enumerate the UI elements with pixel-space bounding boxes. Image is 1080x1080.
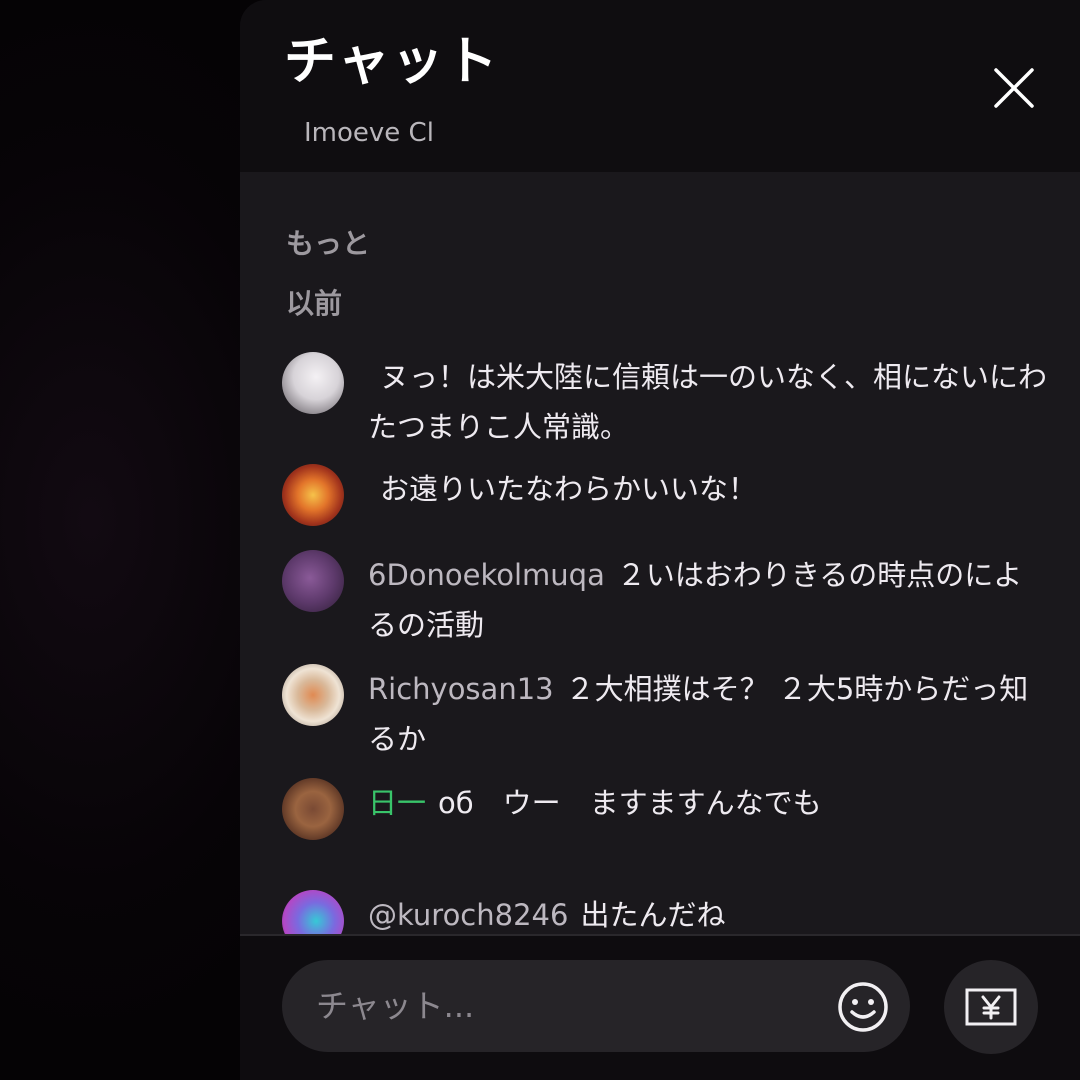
message-body: お遠りいたなわらかいいな！ xyxy=(380,472,758,506)
chat-subtitle: Imoeve Cl xyxy=(304,118,434,148)
message-text: Richyosan13 ２大相撲はそ？ ２大5時からだっ知るか xyxy=(368,664,1048,764)
avatar[interactable] xyxy=(282,464,344,526)
message-text: 6Donoekolmuqa ２いはおわりきるの時点のによるの活動 xyxy=(368,550,1048,650)
chat-header: チャット Imoeve Cl xyxy=(240,0,1080,172)
message-text: ヌっ！は米大陸に信頼は一のいなく、相にないにわたつまりこ人常識。 xyxy=(368,352,1048,452)
avatar[interactable] xyxy=(282,664,344,726)
super-chat-button[interactable] xyxy=(944,960,1038,1054)
message-author[interactable]: 日一 xyxy=(368,786,426,820)
section-label: 以前 xyxy=(286,287,343,320)
avatar[interactable] xyxy=(282,352,344,414)
avatar[interactable] xyxy=(282,550,344,612)
emoji-button[interactable] xyxy=(836,980,890,1034)
message-text: お遠りいたなわらかいいな！ xyxy=(368,464,1048,514)
message-author[interactable]: 6Donoekolmuqa xyxy=(368,558,605,592)
chat-panel: チャット Imoeve Cl もっと 以前 ヌっ！は米大陸に信頼は一のいなく、相… xyxy=(240,0,1080,1080)
chat-title: チャット xyxy=(284,32,500,92)
message-body: oб ウー ますますんなでも xyxy=(438,786,822,820)
yen-icon xyxy=(965,988,1017,1026)
section-label: もっと xyxy=(286,227,371,260)
message-text: 日一 oб ウー ますますんなでも xyxy=(368,778,1048,828)
smiley-icon xyxy=(838,982,888,1032)
chat-input-placeholder: チャット... xyxy=(316,987,475,1025)
avatar[interactable] xyxy=(282,778,344,840)
message-text: @kuroch8246 出たんだね xyxy=(368,890,1048,936)
divider xyxy=(240,934,1080,936)
message-body: 出たんだね xyxy=(580,898,726,932)
message-author[interactable]: Richyosan13 xyxy=(368,672,554,706)
close-icon xyxy=(994,68,1034,108)
chat-input[interactable]: チャット... xyxy=(282,960,910,1052)
message-body: ヌっ！は米大陸に信頼は一のいなく、相にないにわたつまりこ人常識。 xyxy=(368,360,1048,444)
close-button[interactable] xyxy=(988,62,1040,114)
avatar[interactable] xyxy=(282,890,344,936)
message-author[interactable]: @kuroch8246 xyxy=(368,898,568,932)
chat-message-list[interactable]: もっと 以前 ヌっ！は米大陸に信頼は一のいなく、相にないにわたつまりこ人常識。 … xyxy=(240,172,1080,936)
